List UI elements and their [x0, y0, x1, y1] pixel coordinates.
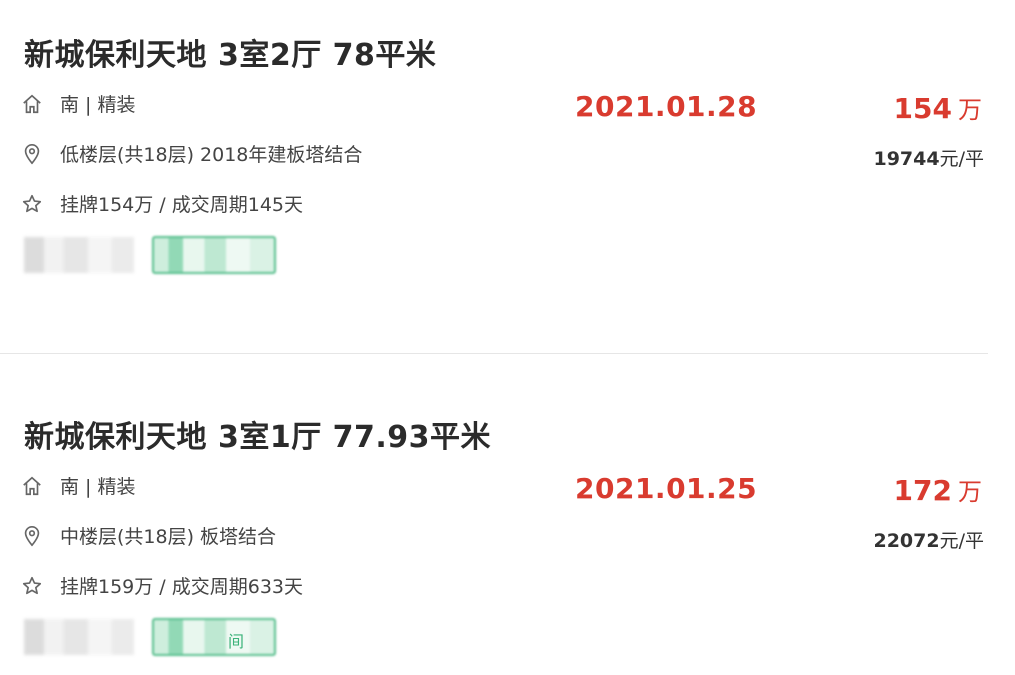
unit-price: 19744元/平: [873, 144, 984, 171]
location-pin-icon: [20, 524, 44, 548]
tag-row: [24, 236, 276, 274]
listing-title[interactable]: 新城保利天地 3室1厅 77.93平米: [24, 412, 491, 456]
blurred-tag: [24, 237, 134, 273]
floor-row: 低楼层(共18层) 2018年建板塔结合: [20, 140, 362, 167]
star-icon: [20, 192, 44, 216]
total-price-value: 154: [893, 92, 952, 125]
floor-row: 中楼层(共18层) 板塔结合: [20, 522, 276, 549]
total-price: 172 万: [894, 472, 982, 507]
listing-title[interactable]: 新城保利天地 3室2厅 78平米: [24, 30, 436, 74]
listing-info-text: 挂牌154万 / 成交周期145天: [60, 194, 304, 216]
listing-info-row: 挂牌154万 / 成交周期145天: [20, 190, 303, 217]
floor-info-text: 中楼层(共18层) 板塔结合: [60, 526, 277, 548]
total-price-unit: 万: [958, 96, 982, 124]
floor-info-text: 低楼层(共18层) 2018年建板塔结合: [60, 144, 363, 166]
listing-divider: [0, 353, 988, 354]
orientation-decor-text: 南 | 精装: [60, 476, 136, 498]
unit-price-suffix: 元/平: [939, 148, 984, 170]
unit-price-suffix: 元/平: [939, 530, 984, 552]
listing-card[interactable]: 新城保利天地 3室1厅 77.93平米 南 | 精装 中楼层(共18层) 板塔结…: [0, 412, 990, 675]
orientation-row: 南 | 精装: [20, 90, 135, 117]
unit-price-value: 19744: [873, 148, 940, 170]
partial-tag-text: 间: [228, 632, 245, 651]
house-icon: [20, 474, 44, 498]
total-price: 154 万: [894, 90, 982, 125]
unit-price-value: 22072: [873, 530, 940, 552]
blurred-tag: [24, 619, 134, 655]
orientation-decor-text: 南 | 精装: [60, 94, 136, 116]
listing-card[interactable]: 新城保利天地 3室2厅 78平米 南 | 精装 低楼层(共18层) 2018年建…: [0, 30, 990, 330]
listing-info-text: 挂牌159万 / 成交周期633天: [60, 576, 304, 598]
total-price-value: 172: [893, 474, 952, 507]
orientation-row: 南 | 精装: [20, 472, 135, 499]
unit-price: 22072元/平: [873, 526, 984, 553]
star-icon: [20, 574, 44, 598]
listing-info-row: 挂牌159万 / 成交周期633天: [20, 572, 303, 599]
house-icon: [20, 92, 44, 116]
total-price-unit: 万: [958, 478, 982, 506]
deal-date: 2021.01.25: [575, 472, 758, 505]
blurred-tag-green: [152, 236, 276, 274]
location-pin-icon: [20, 142, 44, 166]
blurred-tag-green: [152, 618, 276, 656]
deal-date: 2021.01.28: [575, 90, 758, 123]
